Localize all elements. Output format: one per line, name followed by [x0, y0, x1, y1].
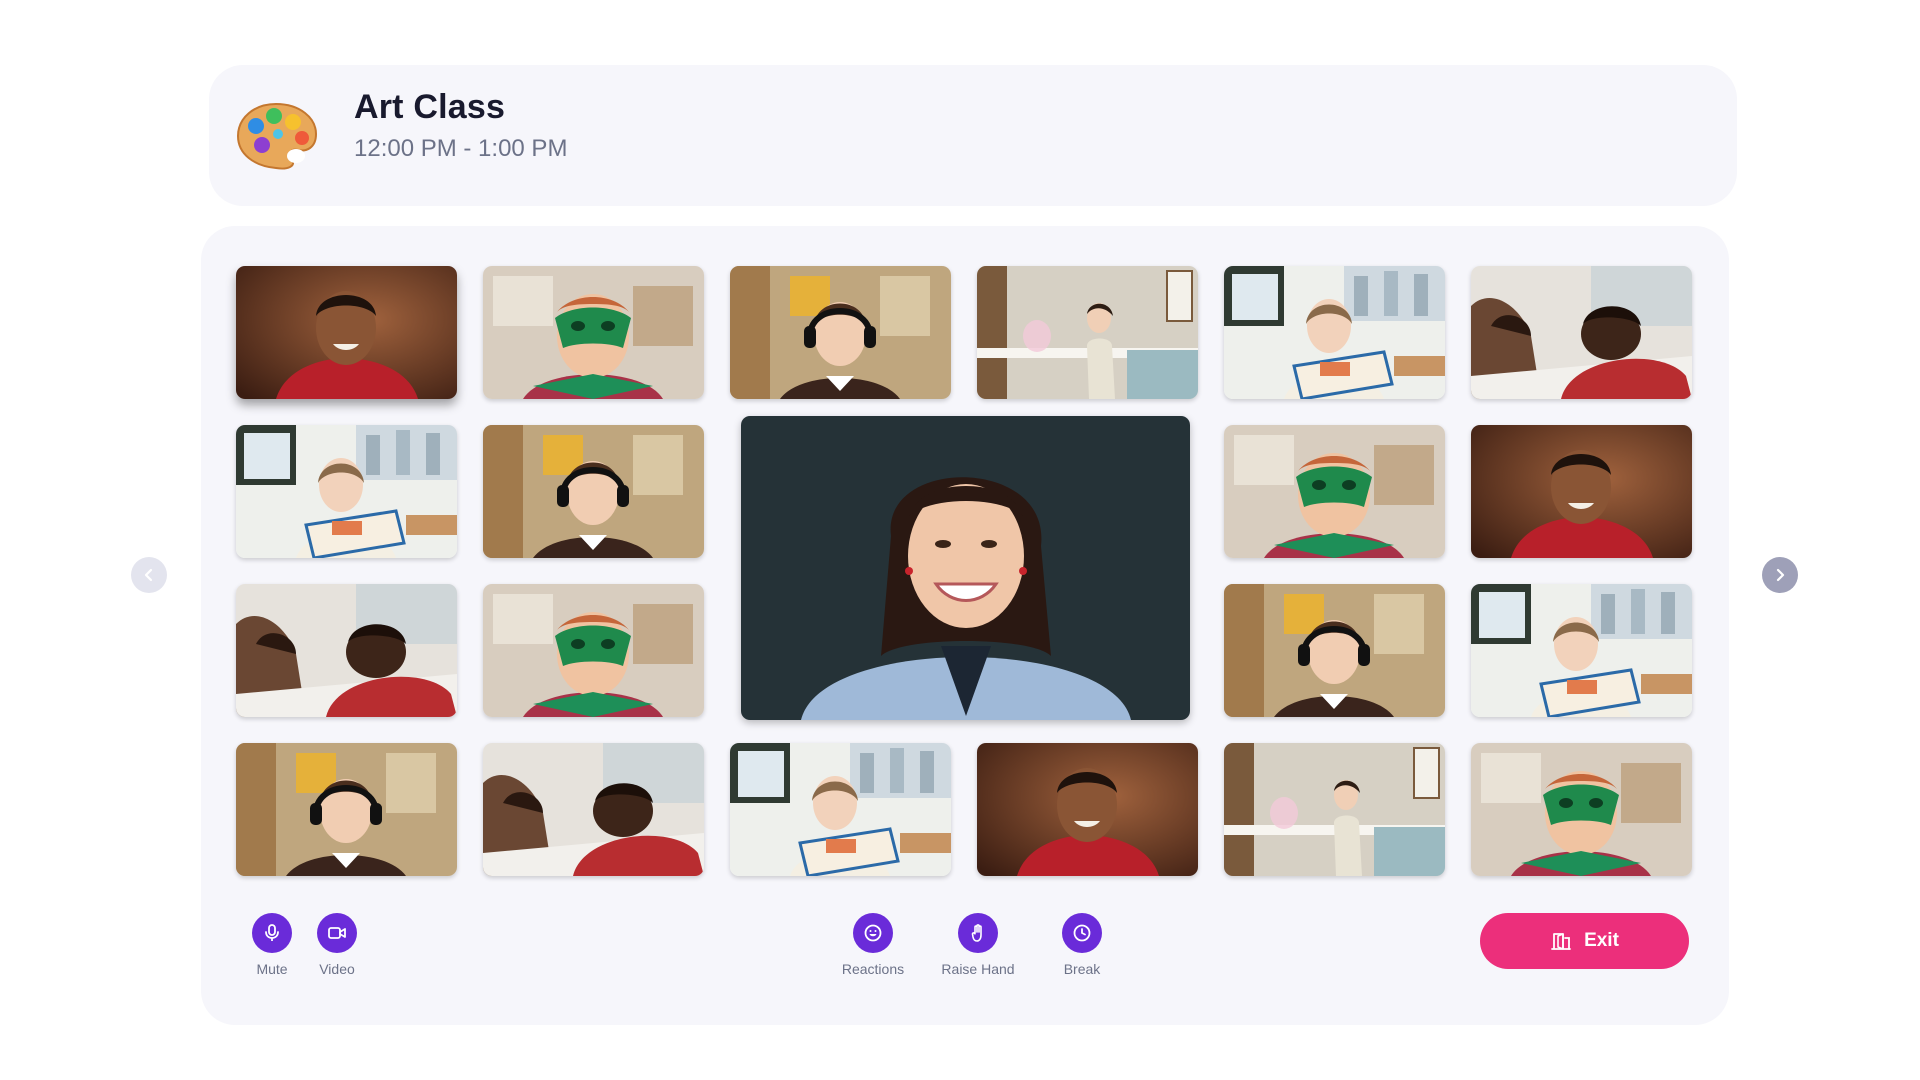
- reactions-label: Reactions: [841, 961, 905, 977]
- microphone-icon: [265, 924, 279, 941]
- smiley-icon: [864, 924, 882, 942]
- participant-photo: [483, 743, 704, 876]
- reactions-control[interactable]: Reactions: [825, 913, 921, 977]
- break-label: Break: [1063, 961, 1101, 977]
- reactions-button[interactable]: [853, 913, 893, 953]
- exit-button[interactable]: Exit: [1480, 913, 1689, 969]
- door-exit-icon: [1551, 933, 1571, 950]
- participant-photo: [236, 584, 457, 717]
- video-label: Video: [319, 961, 355, 977]
- participant-video-tile[interactable]: [1224, 584, 1445, 717]
- participant-photo: [1471, 266, 1692, 399]
- raise-hand-label: Raise Hand: [941, 961, 1015, 977]
- participant-video-tile[interactable]: [236, 743, 457, 876]
- participant-photo: [730, 266, 951, 399]
- raise-hand-button[interactable]: [958, 913, 998, 953]
- participant-video-tile[interactable]: [1471, 425, 1692, 558]
- participant-video-tile[interactable]: [483, 584, 704, 717]
- participant-video-tile[interactable]: [1224, 425, 1445, 558]
- participant-video-tile[interactable]: [730, 266, 951, 399]
- class-time: 12:00 PM - 1:00 PM: [354, 135, 568, 162]
- exit-label: Exit: [1584, 930, 1619, 951]
- participant-photo: [977, 266, 1198, 399]
- next-page-button[interactable]: [1762, 557, 1798, 593]
- participant-video-tile[interactable]: [483, 743, 704, 876]
- participant-video-tile[interactable]: [236, 584, 457, 717]
- clock-icon: [1073, 924, 1091, 942]
- participant-photo: [483, 425, 704, 558]
- class-header: Art Class 12:00 PM - 1:00 PM: [209, 65, 1737, 206]
- participant-photo: [236, 266, 457, 399]
- participant-video-tile[interactable]: [977, 266, 1198, 399]
- participant-video-tile[interactable]: [977, 743, 1198, 876]
- participant-photo: [977, 743, 1198, 876]
- participant-photo: [236, 425, 457, 558]
- chevron-right-icon: [1776, 568, 1785, 582]
- participant-video-tile[interactable]: [236, 425, 457, 558]
- art-palette-icon: [236, 102, 318, 170]
- featured-speaker-video[interactable]: [741, 416, 1190, 720]
- mute-button[interactable]: [252, 913, 292, 953]
- raise-hand-control[interactable]: Raise Hand: [930, 913, 1026, 977]
- participant-photo: [1224, 743, 1445, 876]
- participant-photo: [1224, 584, 1445, 717]
- break-button[interactable]: [1062, 913, 1102, 953]
- video-control[interactable]: Video: [289, 913, 385, 977]
- page-title: Art Class: [354, 88, 506, 126]
- participant-photo: [1471, 425, 1692, 558]
- participant-video-tile[interactable]: [236, 266, 457, 399]
- break-control[interactable]: Break: [1034, 913, 1130, 977]
- participant-photo: [483, 584, 704, 717]
- video-camera-icon: [328, 927, 346, 939]
- chevron-left-icon: [144, 568, 153, 582]
- hand-icon: [971, 924, 982, 942]
- video-button[interactable]: [317, 913, 357, 953]
- participant-video-tile[interactable]: [1471, 266, 1692, 399]
- participant-video-tile[interactable]: [483, 425, 704, 558]
- participant-video-tile[interactable]: [730, 743, 951, 876]
- participant-photo: [1224, 425, 1445, 558]
- participant-video-tile[interactable]: [1471, 743, 1692, 876]
- teacher-photo: [741, 416, 1190, 720]
- participant-photo: [1471, 584, 1692, 717]
- participant-video-tile[interactable]: [1471, 584, 1692, 717]
- participant-photo: [1224, 266, 1445, 399]
- participant-photo: [1471, 743, 1692, 876]
- participant-video-tile[interactable]: [483, 266, 704, 399]
- participant-photo: [483, 266, 704, 399]
- participant-video-tile[interactable]: [1224, 743, 1445, 876]
- participant-photo: [730, 743, 951, 876]
- previous-page-button[interactable]: [131, 557, 167, 593]
- participant-photo: [236, 743, 457, 876]
- participant-video-tile[interactable]: [1224, 266, 1445, 399]
